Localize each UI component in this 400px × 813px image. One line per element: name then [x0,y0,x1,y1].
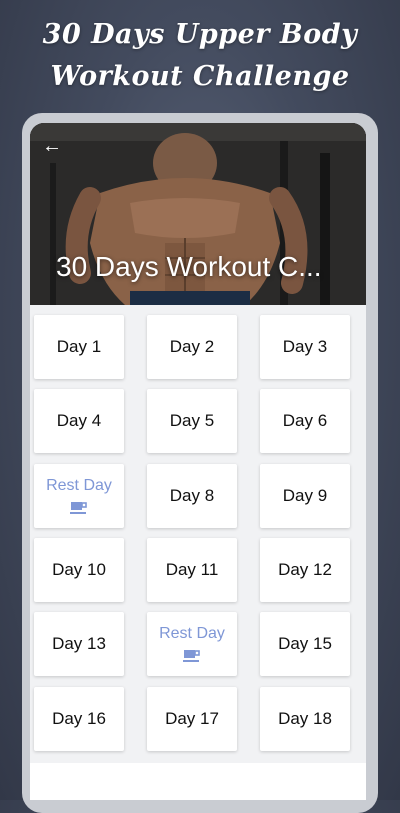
rest-day-tile[interactable]: Rest Day [147,612,237,676]
day-tile-label: Day 16 [52,709,106,728]
day-tile[interactable]: Day 12 [260,538,350,602]
day-tile[interactable]: Day 1 [34,315,124,379]
day-tile[interactable]: Day 13 [34,612,124,676]
day-tile[interactable]: Day 6 [260,389,350,453]
day-tile[interactable]: Day 5 [147,389,237,453]
hero-title: 30 Days Workout C... [56,251,322,282]
promo-title: 30 Days Upper Body Workout Challenge [0,14,400,98]
day-tile[interactable]: Day 11 [147,538,237,602]
coffee-cup-icon [183,650,200,662]
hero-banner: ← 30 Days Workout C... [30,123,366,305]
rest-day-tile[interactable]: Rest Day [34,464,124,528]
day-tile[interactable]: Day 10 [34,538,124,602]
day-tile-label: Day 11 [165,560,219,579]
app-screen: ← 30 Days Workout C... Day 1 Day 2 Day 3 Da… [30,123,366,800]
arrow-left-icon[interactable]: ← [42,135,64,157]
day-tile-label: Day 12 [278,560,332,579]
bottom-area [30,763,366,800]
day-tile-label: Day 18 [278,709,332,728]
day-tile-label: Day 8 [169,486,215,505]
day-tile-label: Day 10 [52,560,106,579]
day-tile-label: Day 6 [282,411,328,430]
day-tile[interactable]: Day 15 [260,612,350,676]
day-tile[interactable]: Day 17 [147,687,237,751]
day-tile-label: Day 5 [169,411,215,430]
promo-title-line-2: Workout Challenge [50,61,350,92]
day-tile[interactable]: Day 9 [260,464,350,528]
day-tile-label: Day 4 [56,411,102,430]
day-tile-label: Day 2 [169,337,215,356]
day-tile-label: Day 9 [282,486,328,505]
day-tile[interactable]: Day 3 [260,315,350,379]
coffee-cup-icon [70,502,87,514]
day-tile[interactable]: Day 8 [147,464,237,528]
day-tile-label: Day 17 [165,709,219,728]
day-tile-label: Day 1 [56,337,102,356]
day-tile[interactable]: Day 18 [260,687,350,751]
day-tile[interactable]: Day 2 [147,315,237,379]
day-tile-label: Day 3 [282,337,328,356]
day-tile-label: Rest Day [46,477,112,494]
day-tile[interactable]: Day 4 [34,389,124,453]
day-tile[interactable]: Day 16 [34,687,124,751]
promo-title-line-1: 30 Days Upper Body [42,19,358,50]
day-tile-label: Day 13 [52,634,106,653]
day-tile-label: Day 15 [278,634,332,653]
day-tile-label: Rest Day [159,625,225,642]
